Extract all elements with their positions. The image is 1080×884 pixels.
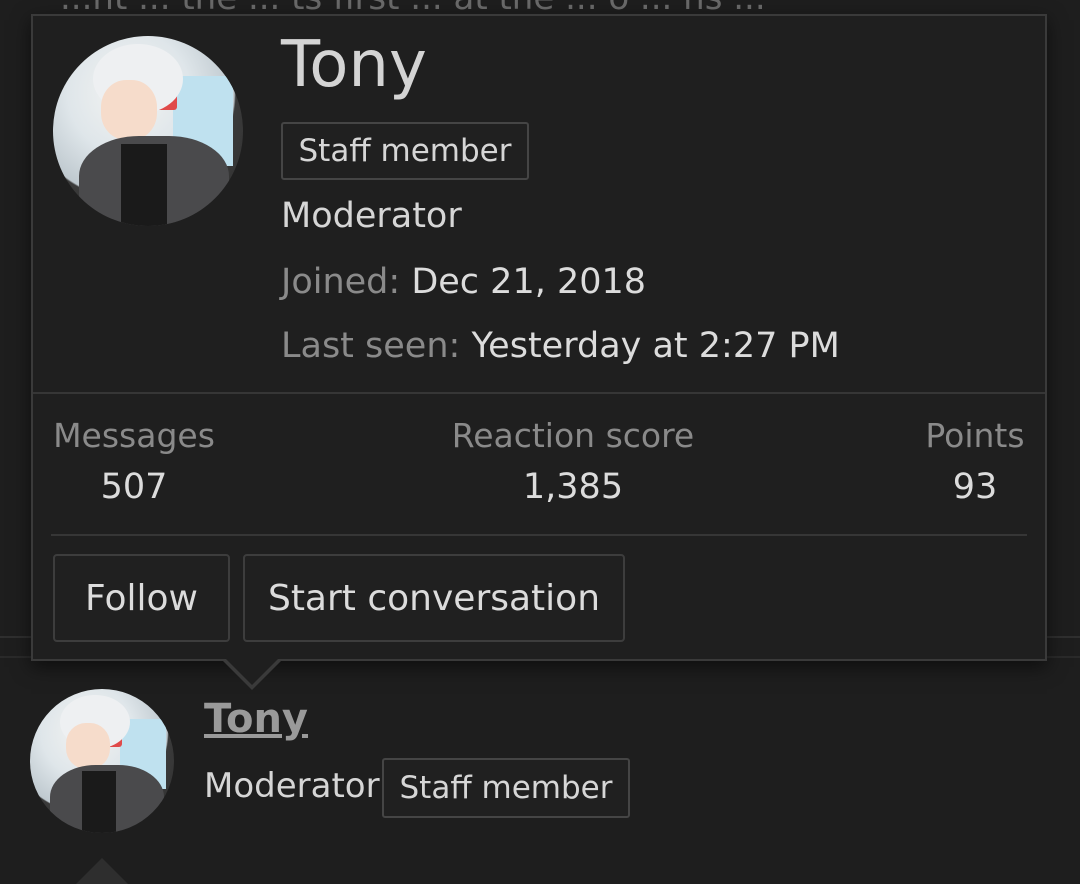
post-author-avatar[interactable]	[30, 689, 174, 833]
member-avatar[interactable]	[53, 36, 243, 226]
joined-row: Joined: Dec 21, 2018	[281, 262, 646, 302]
tooltip-pointer-fill	[225, 658, 279, 685]
joined-date: Dec 21, 2018	[411, 262, 647, 302]
follow-button[interactable]: Follow	[53, 554, 230, 642]
stat-points-label: Points	[925, 416, 1025, 455]
last-seen-row: Last seen: Yesterday at 2:27 PM	[281, 326, 840, 366]
stat-reaction-score[interactable]: Reaction score 1,385	[443, 416, 703, 507]
card-divider	[33, 392, 1045, 394]
last-seen-value: Yesterday at 2:27 PM	[471, 326, 840, 366]
joined-label: Joined:	[281, 262, 401, 302]
post-author-staff-badge: Staff member	[382, 758, 630, 818]
member-role: Moderator	[281, 196, 462, 236]
post-author-username[interactable]: Tony	[204, 696, 308, 742]
member-username[interactable]: Tony	[281, 28, 427, 102]
stat-reaction-label: Reaction score	[451, 416, 695, 455]
member-tooltip: Tony Staff member Moderator Joined: Dec …	[31, 14, 1047, 661]
stat-reaction-value: 1,385	[522, 467, 624, 507]
stat-messages-value: 507	[100, 467, 168, 507]
post-author-pointer	[76, 858, 128, 884]
start-conversation-button[interactable]: Start conversation	[243, 554, 625, 642]
last-seen-label: Last seen:	[281, 326, 461, 366]
stat-points[interactable]: Points 93	[921, 416, 1029, 507]
stat-messages-label: Messages	[53, 416, 215, 455]
post-author-role: Moderator	[204, 766, 380, 806]
staff-badge: Staff member	[281, 122, 529, 180]
stat-messages[interactable]: Messages 507	[51, 416, 217, 507]
stat-points-value: 93	[952, 467, 998, 507]
stats-divider	[51, 534, 1027, 536]
